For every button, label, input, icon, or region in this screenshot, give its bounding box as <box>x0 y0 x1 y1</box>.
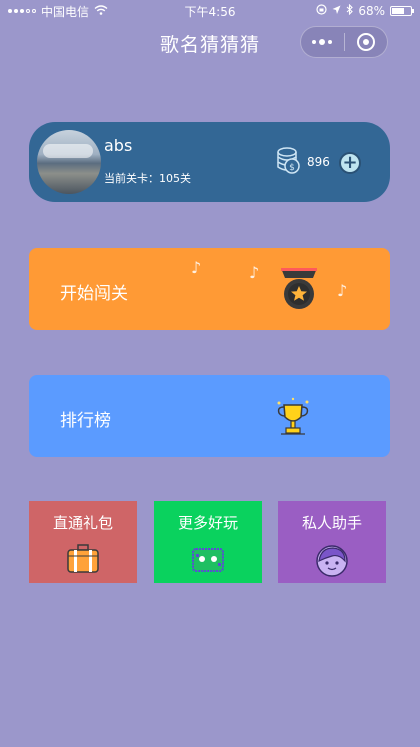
status-bar: 中国电信 下午4:56 68% <box>0 0 420 22</box>
more-options-button[interactable] <box>301 27 344 57</box>
more-fun-tile[interactable]: 更多好玩 <box>154 501 262 583</box>
user-card: abs 当前关卡：105关 $ 896 + <box>29 122 390 202</box>
coin-stack-icon: $ <box>275 146 301 180</box>
user-name: abs <box>104 136 133 155</box>
medal-icon <box>279 266 319 316</box>
signal-icon <box>8 9 36 13</box>
coin-count: 896 <box>307 155 330 169</box>
capsule-menu <box>300 26 388 58</box>
battery-percent: 68% <box>358 4 385 18</box>
add-coins-button[interactable]: + <box>339 152 361 174</box>
wifi-icon <box>94 4 108 18</box>
personal-assistant-tile[interactable]: 私人助手 <box>278 501 386 583</box>
svg-text:$: $ <box>289 163 295 173</box>
gift-pack-label: 直通礼包 <box>52 514 113 532</box>
personal-assistant-label: 私人助手 <box>301 514 362 532</box>
music-note-icon: ♪ <box>191 258 202 277</box>
battery-icon <box>390 6 414 16</box>
game-controller-icon <box>191 544 225 578</box>
gift-pack-tile[interactable]: 直通礼包 <box>29 501 137 583</box>
start-game-button[interactable]: 开始闯关 ♪ ♪ ♪ <box>29 248 390 330</box>
trophy-icon <box>273 397 313 443</box>
more-fun-label: 更多好玩 <box>177 514 238 532</box>
more-dots-icon <box>312 39 333 45</box>
leaderboard-label: 排行榜 <box>60 411 111 431</box>
location-icon <box>332 4 341 18</box>
carrier-label: 中国电信 <box>41 4 90 19</box>
current-level: 当前关卡：105关 <box>104 172 191 185</box>
bluetooth-icon <box>346 3 354 18</box>
assistant-face-icon <box>315 544 349 582</box>
avatar[interactable] <box>37 130 101 194</box>
close-miniprogram-button[interactable] <box>345 27 388 57</box>
music-note-icon: ♪ <box>249 263 260 282</box>
lock-rotation-icon <box>316 4 327 18</box>
gift-box-icon <box>66 544 100 578</box>
leaderboard-button[interactable]: 排行榜 <box>29 375 390 457</box>
start-game-label: 开始闯关 <box>60 284 128 304</box>
music-note-icon: ♪ <box>337 281 348 300</box>
target-icon <box>356 33 375 51</box>
